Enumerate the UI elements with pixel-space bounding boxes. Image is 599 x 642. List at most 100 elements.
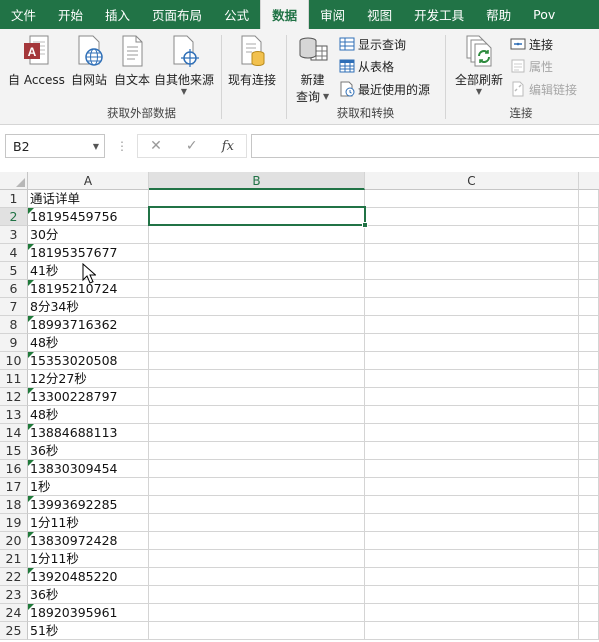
existing-connections-button[interactable]: 现有连接 xyxy=(228,34,276,88)
from-access-button[interactable]: A 自 Access xyxy=(8,34,65,88)
tab-5[interactable]: 公式 xyxy=(213,0,260,29)
tab-10[interactable]: 帮助 xyxy=(475,0,522,29)
cell-c[interactable] xyxy=(365,280,579,298)
cell-d[interactable] xyxy=(579,460,599,478)
cell-d[interactable] xyxy=(579,586,599,604)
cell-c[interactable] xyxy=(365,604,579,622)
cell-b[interactable] xyxy=(149,226,365,244)
cell-d[interactable] xyxy=(579,514,599,532)
cell-a[interactable]: 30分 xyxy=(28,226,149,244)
formula-input[interactable] xyxy=(251,134,599,158)
cell-d[interactable] xyxy=(579,568,599,586)
cell-b[interactable] xyxy=(149,568,365,586)
enter-icon[interactable]: ✓ xyxy=(186,138,198,154)
cell-a[interactable]: 13830972428 xyxy=(28,532,149,550)
tab-4[interactable]: 页面布局 xyxy=(141,0,213,29)
column-header-a[interactable]: A xyxy=(28,172,149,190)
row-header[interactable]: 5 xyxy=(0,262,28,280)
insert-function-icon[interactable]: fx xyxy=(222,139,234,154)
select-all-corner[interactable] xyxy=(0,172,28,190)
cell-c[interactable] xyxy=(365,226,579,244)
cell-a[interactable]: 18993716362 xyxy=(28,316,149,334)
cell-a[interactable]: 1分11秒 xyxy=(28,550,149,568)
cell-c[interactable] xyxy=(365,496,579,514)
cell-a[interactable]: 48秒 xyxy=(28,406,149,424)
edit-links-button[interactable]: 编辑链接 xyxy=(510,79,577,99)
cell-d[interactable] xyxy=(579,604,599,622)
cell-c[interactable] xyxy=(365,334,579,352)
cell-c[interactable] xyxy=(365,316,579,334)
cell-c[interactable] xyxy=(365,208,579,226)
row-header[interactable]: 22 xyxy=(0,568,28,586)
cell-a[interactable]: 8分34秒 xyxy=(28,298,149,316)
cell-b[interactable] xyxy=(149,298,365,316)
row-header[interactable]: 2 xyxy=(0,208,28,226)
row-header[interactable]: 25 xyxy=(0,622,28,640)
cell-b[interactable] xyxy=(149,586,365,604)
cell-d[interactable] xyxy=(579,478,599,496)
cell-c[interactable] xyxy=(365,586,579,604)
cell-c[interactable] xyxy=(365,460,579,478)
tab-11[interactable]: Pov xyxy=(522,0,566,29)
cell-b[interactable] xyxy=(149,622,365,640)
tab-3[interactable]: 插入 xyxy=(94,0,141,29)
tab-6[interactable]: 数据 xyxy=(260,0,310,29)
cell-a[interactable]: 18195210724 xyxy=(28,280,149,298)
cell-a[interactable]: 13993692285 xyxy=(28,496,149,514)
cell-a[interactable]: 1分11秒 xyxy=(28,514,149,532)
row-header[interactable]: 23 xyxy=(0,586,28,604)
cell-b[interactable] xyxy=(149,550,365,568)
cell-c[interactable] xyxy=(365,298,579,316)
cell-c[interactable] xyxy=(365,388,579,406)
row-header[interactable]: 16 xyxy=(0,460,28,478)
more-options-icon[interactable]: ⋮ xyxy=(116,139,128,153)
cell-a[interactable]: 13884688113 xyxy=(28,424,149,442)
cell-a[interactable]: 通话详单 xyxy=(28,190,149,208)
cell-c[interactable] xyxy=(365,244,579,262)
row-header[interactable]: 8 xyxy=(0,316,28,334)
cell-b[interactable] xyxy=(149,208,365,226)
cell-b[interactable] xyxy=(149,352,365,370)
column-header-d[interactable] xyxy=(579,172,599,190)
column-header-b[interactable]: B xyxy=(149,172,365,190)
cell-b[interactable] xyxy=(149,478,365,496)
cell-a[interactable]: 18920395961 xyxy=(28,604,149,622)
row-header[interactable]: 10 xyxy=(0,352,28,370)
cell-a[interactable]: 18195459756 xyxy=(28,208,149,226)
cell-d[interactable] xyxy=(579,388,599,406)
row-header[interactable]: 15 xyxy=(0,442,28,460)
cell-a[interactable]: 13300228797 xyxy=(28,388,149,406)
cell-b[interactable] xyxy=(149,604,365,622)
row-header[interactable]: 17 xyxy=(0,478,28,496)
row-header[interactable]: 20 xyxy=(0,532,28,550)
row-header[interactable]: 4 xyxy=(0,244,28,262)
cell-d[interactable] xyxy=(579,442,599,460)
cell-b[interactable] xyxy=(149,424,365,442)
cell-c[interactable] xyxy=(365,190,579,208)
name-box[interactable]: B2 ▼ xyxy=(5,134,105,158)
row-header[interactable]: 24 xyxy=(0,604,28,622)
chevron-down-icon[interactable]: ▼ xyxy=(93,142,99,151)
cell-b[interactable] xyxy=(149,316,365,334)
cell-c[interactable] xyxy=(365,352,579,370)
cell-b[interactable] xyxy=(149,262,365,280)
row-header[interactable]: 6 xyxy=(0,280,28,298)
from-web-button[interactable]: 自网站 xyxy=(71,34,107,88)
cell-b[interactable] xyxy=(149,370,365,388)
cell-d[interactable] xyxy=(579,334,599,352)
row-header[interactable]: 21 xyxy=(0,550,28,568)
cell-a[interactable]: 48秒 xyxy=(28,334,149,352)
cell-a[interactable]: 36秒 xyxy=(28,586,149,604)
column-header-c[interactable]: C xyxy=(365,172,579,190)
cell-c[interactable] xyxy=(365,622,579,640)
row-header[interactable]: 9 xyxy=(0,334,28,352)
from-table-button[interactable]: 从表格 xyxy=(339,56,394,76)
cell-b[interactable] xyxy=(149,244,365,262)
row-header[interactable]: 13 xyxy=(0,406,28,424)
cell-d[interactable] xyxy=(579,244,599,262)
cell-c[interactable] xyxy=(365,478,579,496)
cell-d[interactable] xyxy=(579,532,599,550)
cell-d[interactable] xyxy=(579,280,599,298)
cell-d[interactable] xyxy=(579,550,599,568)
cell-a[interactable]: 36秒 xyxy=(28,442,149,460)
